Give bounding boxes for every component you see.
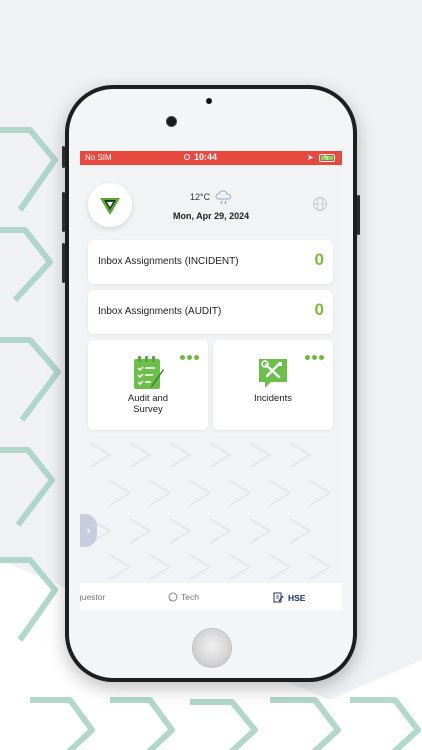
inbox-incident-label: Inbox Assignments (INCIDENT): [98, 256, 239, 267]
app-screen: No SIM 10:44 ➤ ϟ 12°C Mon, Apr 29, 2024 …: [80, 151, 342, 610]
more-options-icon[interactable]: [178, 347, 200, 360]
side-drawer-toggle[interactable]: ›: [80, 514, 97, 547]
mute-switch: [62, 146, 65, 168]
tab-tech-label: Tech: [181, 592, 199, 602]
inbox-audit-label: Inbox Assignments (AUDIT): [98, 306, 222, 317]
battery-icon: ϟ: [319, 153, 335, 162]
audit-survey-label-line1: Audit and: [127, 393, 169, 404]
tab-hse[interactable]: HSE: [273, 592, 305, 603]
company-logo[interactable]: [88, 183, 132, 227]
inbox-incident-count: 0: [314, 250, 324, 269]
audit-survey-label-line2: Survey: [133, 404, 163, 415]
phone-camera: [166, 116, 177, 127]
logo-pattern-background: [89, 442, 331, 580]
status-time: 10:44: [194, 152, 218, 162]
document-edit-icon: [273, 592, 284, 603]
chevron-right-icon: ›: [86, 523, 91, 537]
tab-questor-label: questor: [80, 592, 106, 602]
location-icon: ➤: [307, 153, 314, 162]
incidents-label-line1: Incidents: [253, 393, 293, 404]
audit-survey-tile[interactable]: Audit and Survey: [88, 340, 208, 430]
home-button[interactable]: [192, 628, 232, 668]
phone-speaker: [206, 98, 212, 104]
current-date: Mon, Apr 29, 2024: [173, 211, 250, 221]
rain-cloud-icon: [215, 190, 231, 205]
chat-icon: [168, 592, 178, 602]
tab-hse-label: HSE: [288, 593, 306, 603]
bottom-tab-bar: questor Tech HSE: [80, 583, 342, 610]
inbox-incident-card[interactable]: Inbox Assignments (INCIDENT) 0: [88, 240, 333, 284]
inbox-audit-count: 0: [314, 300, 324, 319]
power-button: [357, 195, 360, 235]
volume-down-button: [62, 243, 65, 283]
globe-icon[interactable]: [312, 196, 328, 212]
carrier-label: No SIM: [85, 153, 112, 162]
more-options-icon[interactable]: [303, 347, 325, 360]
inbox-audit-card[interactable]: Inbox Assignments (AUDIT) 0: [88, 290, 333, 334]
tools-chat-icon: [259, 359, 287, 388]
audit-survey-label: Audit and Survey: [88, 393, 208, 415]
volume-up-button: [62, 192, 65, 232]
checklist-icon: [134, 356, 164, 389]
incidents-tile[interactable]: Incidents: [213, 340, 333, 430]
tab-questor[interactable]: questor: [80, 592, 105, 602]
alarm-icon: [184, 154, 190, 160]
incidents-label: Incidents: [213, 393, 333, 404]
temperature-label: 12°C: [190, 192, 211, 202]
status-bar: No SIM 10:44 ➤ ϟ: [80, 151, 342, 165]
tab-tech[interactable]: Tech: [168, 592, 199, 602]
